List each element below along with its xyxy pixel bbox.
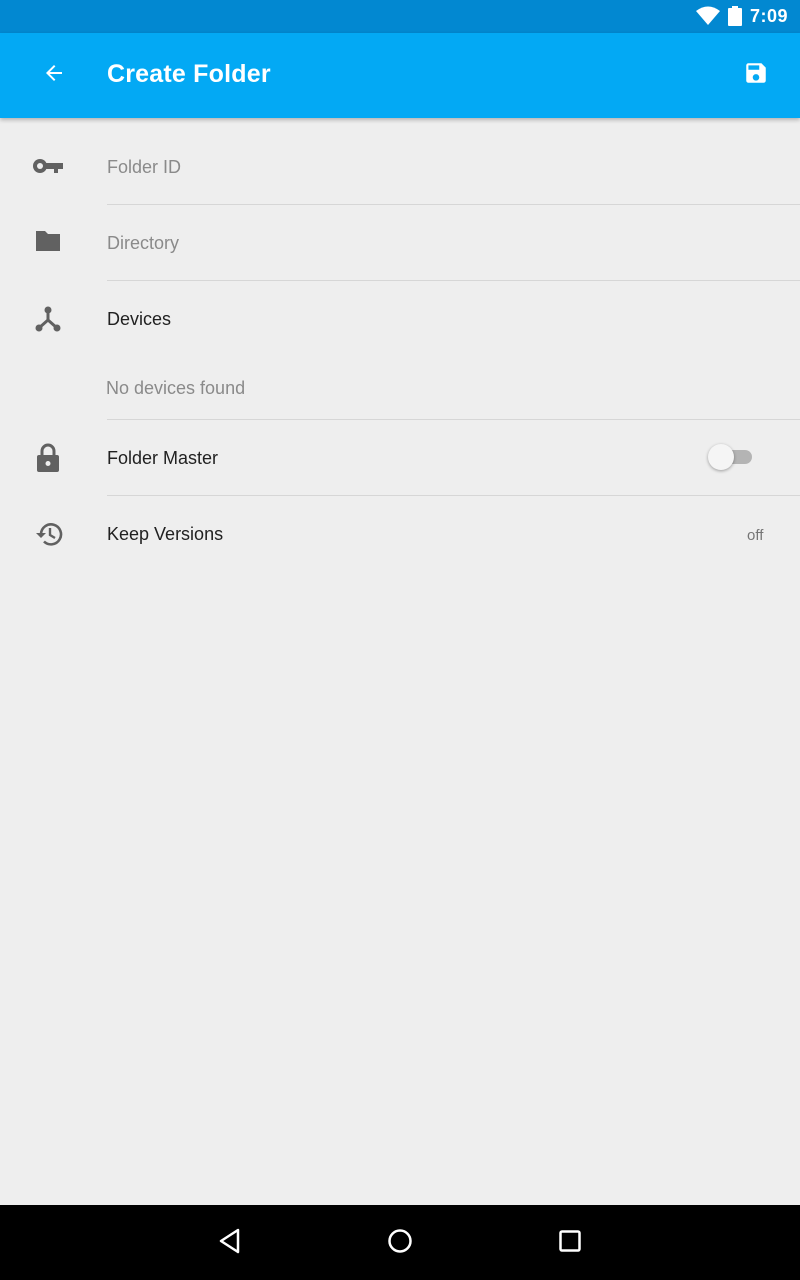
battery-icon	[728, 6, 742, 31]
status-clock: 7:09	[749, 6, 788, 26]
folder-id-row[interactable]: Folder ID	[0, 118, 800, 204]
folder-id-input[interactable]: Folder ID	[107, 157, 181, 178]
save-icon	[743, 60, 769, 91]
recents-square-icon	[558, 1229, 582, 1258]
nav-back-button[interactable]	[210, 1223, 250, 1263]
lock-icon	[30, 440, 66, 476]
back-triangle-icon	[218, 1228, 242, 1259]
save-button[interactable]	[732, 53, 780, 97]
arrow-back-icon	[42, 61, 66, 90]
status-bar: 7:09	[0, 0, 800, 33]
folder-master-label: Folder Master	[107, 448, 219, 468]
keep-versions-value: off	[747, 527, 764, 544]
devices-empty-text: No devices found	[106, 378, 246, 398]
folder-master-switch[interactable]	[708, 443, 756, 471]
history-icon	[30, 516, 66, 552]
app-bar: Create Folder	[0, 33, 800, 118]
switch-thumb	[708, 444, 734, 470]
devices-section: Devices No devices found	[0, 281, 800, 419]
nav-recents-button[interactable]	[550, 1223, 590, 1263]
directory-input[interactable]: Directory	[107, 233, 179, 254]
page-title: Create Folder	[107, 60, 271, 88]
key-icon	[30, 148, 66, 184]
keep-versions-label: Keep Versions	[107, 524, 224, 544]
back-button[interactable]	[30, 55, 78, 95]
folder-icon	[30, 223, 66, 259]
devices-label: Devices	[107, 309, 172, 329]
keep-versions-row[interactable]: Keep Versions off	[0, 496, 800, 572]
directory-row[interactable]: Directory	[0, 205, 800, 280]
folder-master-row[interactable]: Folder Master	[0, 420, 800, 495]
home-circle-icon	[387, 1228, 413, 1259]
wifi-icon	[695, 6, 721, 31]
system-nav-bar	[0, 1205, 800, 1280]
devices-icon	[30, 301, 66, 337]
nav-home-button[interactable]	[380, 1223, 420, 1263]
